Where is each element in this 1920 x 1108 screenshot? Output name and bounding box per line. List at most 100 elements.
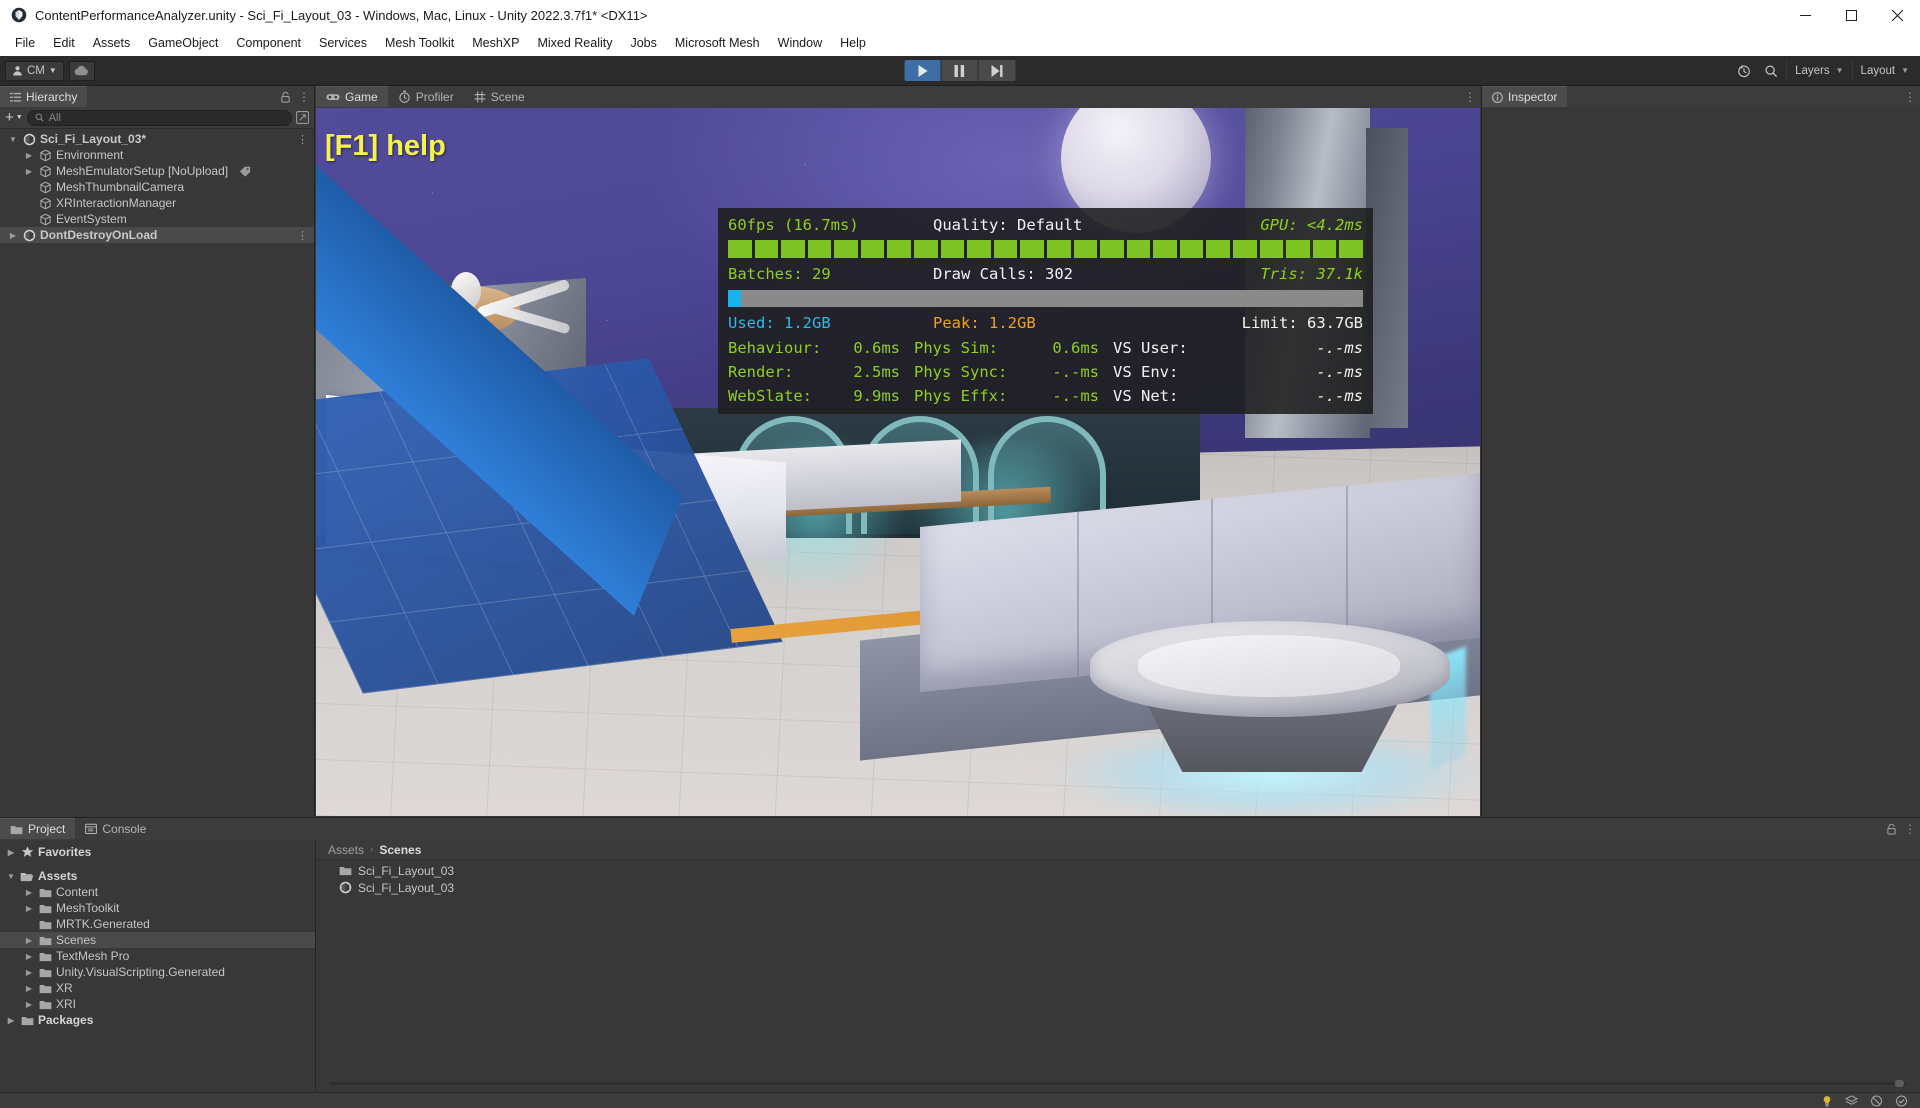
create-gameobject-button[interactable]: + ▼ [5,109,23,126]
twisty-icon[interactable]: ▶ [24,167,34,176]
twisty-icon[interactable]: ▼ [8,135,18,144]
hierarchy-search-input[interactable]: All [26,109,292,126]
folder-icon [38,983,52,994]
kebab-menu-icon[interactable]: ⋮ [297,229,308,242]
tab-label: Profiler [415,89,454,104]
stats-timing-c-label: VS Env: [1113,363,1179,381]
hierarchy-row-dontdestroyonload[interactable]: ▶ DontDestroyOnLoad ⋮ [0,227,314,243]
twisty-icon[interactable]: ▶ [6,1016,16,1025]
hierarchy-row-xrinteractionmanager[interactable]: XRInteractionManager [0,195,314,211]
menu-item-mixed-reality[interactable]: Mixed Reality [528,32,621,55]
project-tree-row-mrtk-generated[interactable]: MRTK.Generated [0,916,315,932]
tab-hierarchy[interactable]: Hierarchy [0,86,88,107]
project-tree-row-scenes[interactable]: ▶ Scenes [0,932,315,948]
hierarchy-row-sci-fi-layout-03-[interactable]: ▼ Sci_Fi_Layout_03* ⋮ [0,131,314,147]
project-item[interactable]: Sci_Fi_Layout_03 [316,862,1920,879]
project-tree-row-assets[interactable]: ▼ Assets [0,868,315,884]
kebab-menu-icon[interactable]: ⋮ [1464,91,1476,103]
twisty-icon[interactable]: ▶ [24,151,34,160]
breadcrumb-item-assets[interactable]: Assets [328,843,364,857]
tab-console[interactable]: Console [75,818,156,839]
play-button[interactable] [904,60,942,81]
mute-status-icon[interactable] [1870,1095,1883,1107]
check-status-icon[interactable] [1895,1095,1908,1107]
menu-item-assets[interactable]: Assets [84,32,140,55]
hierarchy-row-environment[interactable]: ▶ Environment [0,147,314,163]
menu-item-file[interactable]: File [6,32,44,55]
prefab-tag-icon [239,166,251,177]
project-tree-row-meshtoolkit[interactable]: ▶ MeshToolkit [0,900,315,916]
project-tree-row-textmesh-pro[interactable]: ▶ TextMesh Pro [0,948,315,964]
breadcrumb-item-scenes[interactable]: Scenes [379,843,421,857]
scrollbar-knob[interactable] [1895,1080,1904,1087]
menu-item-meshxp[interactable]: MeshXP [463,32,528,55]
tab-profiler[interactable]: Profiler [388,86,464,107]
menu-item-mesh-toolkit[interactable]: Mesh Toolkit [376,32,463,55]
minimize-button[interactable] [1782,0,1828,30]
layout-dropdown[interactable]: Layout ▼ [1851,60,1914,81]
menu-item-help[interactable]: Help [831,32,875,55]
close-button[interactable] [1874,0,1920,30]
tab-scene[interactable]: Scene [464,86,535,107]
twisty-icon[interactable]: ▶ [24,888,34,897]
twisty-icon[interactable]: ▶ [24,904,34,913]
lock-icon[interactable] [1886,823,1897,835]
tab-project[interactable]: Project [0,818,76,839]
project-tree-row-xri[interactable]: ▶ XRI [0,996,315,1012]
project-tree-row-unity-visualscripting-generated[interactable]: ▶ Unity.VisualScripting.Generated [0,964,315,980]
project-tree-row-favorites[interactable]: ▶ Favorites [0,844,315,860]
project-tree-row-xr[interactable]: ▶ XR [0,980,315,996]
project-item[interactable]: Sci_Fi_Layout_03 [316,879,1920,896]
folder-icon [38,935,52,946]
project-horizontal-scrollbar[interactable] [330,1079,1906,1088]
main-toolbar: CM ▼ Layers ▼ Layout ▼ [0,56,1920,86]
twisty-icon[interactable]: ▶ [6,848,16,857]
cloud-button[interactable] [68,60,95,81]
hierarchy-row-meshthumbnailcamera[interactable]: MeshThumbnailCamera [0,179,314,195]
twisty-icon[interactable]: ▶ [24,984,34,993]
menu-item-component[interactable]: Component [227,32,310,55]
layers-dropdown[interactable]: Layers ▼ [1786,60,1848,81]
kebab-menu-icon[interactable]: ⋮ [1904,823,1916,835]
history-icon[interactable] [1732,61,1756,81]
hierarchy-row-meshemulatorsetup-noupload-[interactable]: ▶ MeshEmulatorSetup [NoUpload] [0,163,314,179]
twisty-icon[interactable]: ▶ [8,231,18,240]
menu-item-edit[interactable]: Edit [44,32,84,55]
menu-item-jobs[interactable]: Jobs [621,32,665,55]
menu-item-gameobject[interactable]: GameObject [139,32,227,55]
game-render-canvas[interactable]: [F1] help 60fps (16.7ms) Quality: Defaul… [316,108,1480,816]
menu-item-microsoft-mesh[interactable]: Microsoft Mesh [666,32,769,55]
layers-status-icon[interactable] [1845,1094,1858,1107]
twisty-icon[interactable]: ▶ [24,936,34,945]
project-tree-row-content[interactable]: ▶ Content [0,884,315,900]
unity-scene-icon [22,133,36,146]
maximize-button[interactable] [1828,0,1874,30]
lightbulb-icon[interactable] [1821,1095,1833,1107]
account-dropdown[interactable]: CM ▼ [5,60,64,81]
tab-inspector[interactable]: Inspector [1482,86,1568,107]
folder-icon [20,1015,34,1026]
unity-scene-icon [22,229,36,242]
menu-item-services[interactable]: Services [310,32,376,55]
twisty-icon[interactable]: ▼ [6,872,16,881]
search-icon [35,113,44,122]
kebab-menu-icon[interactable]: ⋮ [1904,91,1916,103]
filter-window-icon[interactable] [296,111,309,124]
lock-icon[interactable] [280,91,291,103]
project-tabstrip: Project Console ⋮ [0,818,1920,839]
search-icon[interactable] [1759,61,1783,81]
pause-button[interactable] [941,60,979,81]
kebab-menu-icon[interactable]: ⋮ [298,91,310,103]
twisty-icon[interactable]: ▶ [24,1000,34,1009]
step-button[interactable] [978,60,1016,81]
menu-item-window[interactable]: Window [769,32,831,55]
tab-game[interactable]: Game [316,86,388,107]
hierarchy-row-eventsystem[interactable]: EventSystem [0,211,314,227]
scrollbar-track[interactable] [330,1080,1906,1087]
game-view-panel: GameProfilerScene ⋮ Game ▼ Display 1 ▼ F… [316,86,1480,816]
project-tree-row-packages[interactable]: ▶ Packages [0,1012,315,1028]
twisty-icon[interactable]: ▶ [24,952,34,961]
twisty-icon[interactable]: ▶ [24,968,34,977]
kebab-menu-icon[interactable]: ⋮ [297,133,308,146]
hierarchy-tab-actions: ⋮ [280,86,310,107]
